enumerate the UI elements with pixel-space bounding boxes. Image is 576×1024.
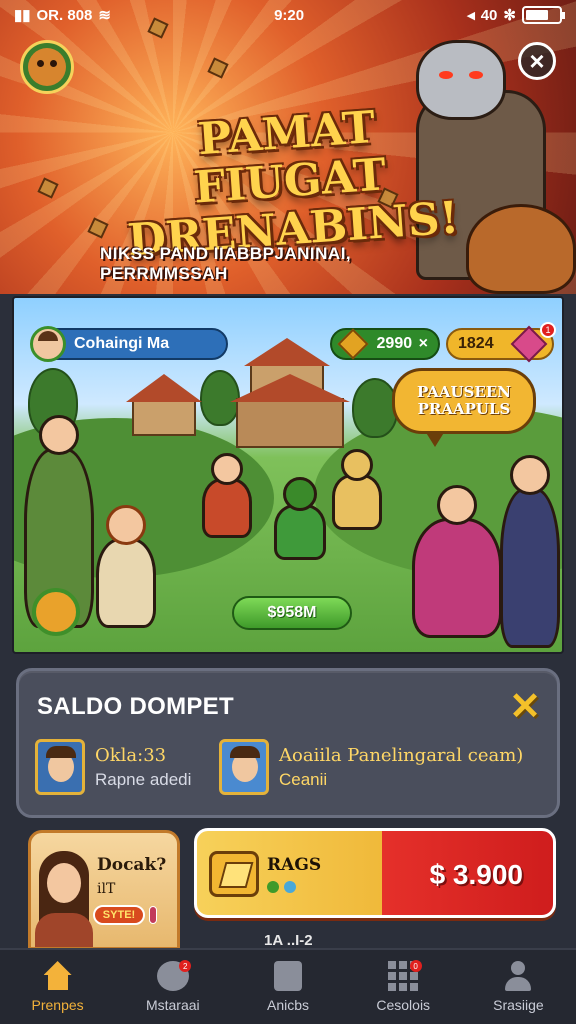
gems-counter[interactable]: 2990 × — [330, 328, 440, 360]
speech-bubble[interactable]: PAAUSEEN PRAAPULS — [392, 368, 536, 447]
battery-icon — [521, 6, 565, 24]
friend-name: Aoaiila Panelingaral ceam) — [279, 744, 524, 766]
friend-avatar — [35, 739, 85, 795]
nav-label: Cesolois — [376, 997, 431, 1013]
location-icon: ◂ — [467, 7, 475, 24]
friend-avatar — [219, 739, 269, 795]
offer-mini-icons — [267, 881, 296, 893]
tree — [200, 370, 240, 426]
gems-action[interactable]: × — [419, 335, 428, 353]
nav-label: Anicbs — [266, 997, 310, 1013]
player-name: Cohaingi Ma — [74, 335, 170, 352]
wallet-close-icon[interactable]: ✕ — [507, 688, 543, 726]
user-icon — [502, 961, 534, 991]
tree — [352, 378, 398, 438]
carrier-label: OR. 808 — [36, 6, 93, 24]
mail-icon — [274, 961, 302, 991]
hero-character — [412, 485, 502, 638]
knight-character — [274, 477, 326, 560]
offer-card-character[interactable]: Docak? ilT SYTE! — [28, 830, 180, 950]
nav-item-chat[interactable]: 2 Mstaraai — [115, 950, 230, 1024]
nav-label: Srasiige — [493, 997, 544, 1013]
friend-status: Rapne adedi — [95, 769, 192, 789]
banner-close-button[interactable]: × — [518, 42, 556, 80]
signal-label: 40 — [480, 6, 498, 24]
banner-title: PAMAT FIUGAT DRENABINS! — [126, 102, 461, 267]
friend-name: Okla:33 — [95, 744, 167, 766]
clock: 9:20 — [274, 6, 305, 24]
treasure-box-icon — [209, 851, 259, 897]
friend-status: Ceanii — [279, 769, 328, 789]
banner-subtitle: NIKSS PAND IIABBPJANINAI, PERRMMSSAH — [100, 244, 352, 283]
home-icon — [42, 961, 74, 991]
game-logo-icon[interactable] — [20, 40, 74, 94]
offer-title: Docak? — [97, 855, 167, 875]
castle-gate — [236, 398, 344, 448]
nav-label: Prenpes — [31, 997, 84, 1013]
status-bar: ▮▮ OR. 808 ≋ 9:20 ◂ 40 ✻ — [0, 0, 576, 30]
player-profile-pill[interactable]: Cohaingi Ma — [30, 326, 228, 362]
promo-banner[interactable]: × PAMAT FIUGAT DRENABINS! NIKSS PAND IIA… — [0, 0, 576, 294]
boy-character — [96, 505, 156, 628]
coins-value: 1824 — [458, 335, 494, 352]
offer-subtitle: ilT — [97, 881, 116, 897]
nav-badge: 2 — [179, 960, 192, 972]
mage-character — [500, 455, 560, 648]
fighter-character — [202, 453, 252, 538]
player-avatar — [30, 326, 66, 362]
bottom-nav: Prenpes 2 Mstaraai Anicbs 0 Cesolois Sra… — [0, 948, 576, 1024]
game-scene[interactable]: Cohaingi Ma 2990 × 1824 1 PAAUSEEN PRAAP… — [12, 296, 564, 654]
offer-label: RAGS — [267, 855, 322, 875]
nav-badge: 0 — [409, 960, 422, 972]
notification-badge: 1 — [540, 322, 556, 338]
offer-price[interactable]: $ 3.900 — [430, 859, 523, 891]
character-portrait — [35, 851, 93, 947]
offer-badge: SYTE! — [93, 905, 145, 925]
bluetooth-icon: ✻ — [503, 7, 516, 24]
peek-text: 1A ..I-2 — [264, 932, 313, 949]
nav-item-home[interactable]: Prenpes — [0, 950, 115, 1024]
pin-icon — [149, 906, 157, 924]
wallet-panel: SALDO DOMPET ✕ Okla:33 Rapne adedi Aoaii… — [16, 668, 560, 818]
village-house — [132, 398, 196, 436]
gem-icon — [337, 328, 369, 360]
gems-value: 2990 — [376, 335, 413, 352]
nav-label: Mstaraai — [145, 997, 200, 1013]
coins-counter[interactable]: 1824 — [446, 325, 554, 363]
nav-item-mail[interactable]: Anicbs — [230, 950, 345, 1024]
claim-reward-button[interactable]: $958M — [232, 596, 352, 630]
wifi-icon: ≋ — [98, 7, 111, 24]
powerup-orb-icon[interactable] — [32, 588, 80, 636]
offer-card-purchase[interactable]: RAGS $ 3.900 — [194, 828, 556, 918]
wallet-title: SALDO DOMPET — [37, 693, 234, 720]
cat-character — [332, 449, 382, 530]
friend-entry[interactable]: Okla:33 Rapne adedi — [35, 739, 191, 795]
nav-item-grid[interactable]: 0 Cesolois — [346, 950, 461, 1024]
friend-entry[interactable]: Aoaiila Panelingaral ceam) Ceanii — [219, 739, 523, 795]
signal-bars-icon: ▮▮ — [14, 7, 31, 24]
nav-item-profile[interactable]: Srasiige — [461, 950, 576, 1024]
